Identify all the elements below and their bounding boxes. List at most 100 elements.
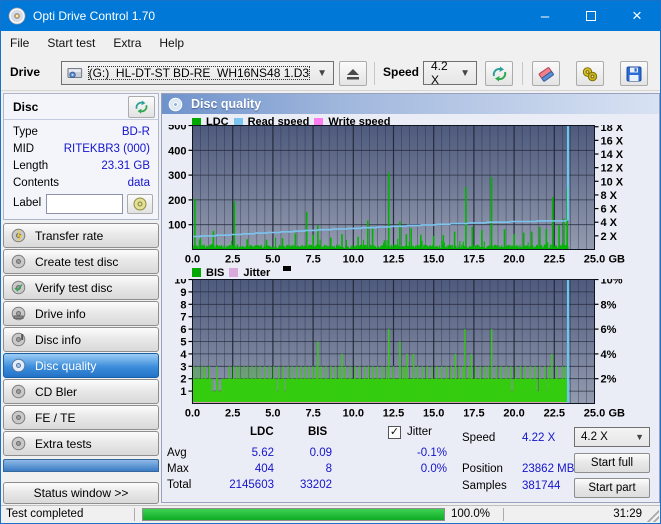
minimize-button[interactable]: – xyxy=(522,1,568,31)
quality-speed-select-value: 4.2 X xyxy=(581,431,608,443)
progress-percent: 100.0% xyxy=(451,508,491,520)
save-button[interactable] xyxy=(620,61,648,86)
length-label: Length xyxy=(13,160,49,172)
position-stat-value: 23862 MB xyxy=(522,463,575,475)
label-input[interactable] xyxy=(46,194,123,214)
bis-column-header: BIS xyxy=(308,426,328,438)
eject-icon xyxy=(347,68,359,79)
bis-jitter-chart[interactable]: 109876543210.0 2.5 5.0 7.5 10.0 12.5 15.0 17.5 2… xyxy=(162,279,661,421)
elapsed-time: 31:29 xyxy=(613,508,642,520)
svg-text:6 X: 6 X xyxy=(601,204,618,216)
disc-refresh-button[interactable] xyxy=(128,96,155,118)
drive-select[interactable]: (G:) HL-DT-ST BD-RE WH16NS48 1.D3 ▼ xyxy=(61,61,334,85)
disc-icon xyxy=(11,384,26,399)
eject-button[interactable] xyxy=(339,61,367,86)
svg-text:12.5: 12.5 xyxy=(383,408,404,420)
svg-text:2.5: 2.5 xyxy=(225,254,240,266)
sidebar: Disc Type BD-R MID RITEKBR3 (000) Length… xyxy=(3,93,159,507)
app-window: Opti Drive Control 1.70 – × File Start t… xyxy=(0,0,661,524)
titlebar: Opti Drive Control 1.70 – × xyxy=(1,1,660,31)
speed-select[interactable]: 4.2 X ▼ xyxy=(423,59,477,87)
disc-icon xyxy=(11,410,26,425)
quality-speed-select[interactable]: 4.2 X ▼ xyxy=(574,427,650,447)
svg-text:10.0: 10.0 xyxy=(343,254,364,266)
svg-text:16 X: 16 X xyxy=(601,135,624,147)
svg-text:0.0: 0.0 xyxy=(185,254,200,266)
svg-text:7: 7 xyxy=(180,312,186,324)
svg-text:7.5: 7.5 xyxy=(305,254,320,266)
disc-quality-icon xyxy=(11,358,26,373)
svg-text:GB: GB xyxy=(609,408,626,420)
chevron-down-icon: ▼ xyxy=(635,432,644,442)
start-part-button[interactable]: Start part xyxy=(574,478,650,498)
menu-start-test[interactable]: Start test xyxy=(38,33,104,53)
sidebar-item-extra-tests[interactable]: Extra tests xyxy=(3,431,159,456)
disc-info-icon xyxy=(11,332,26,347)
svg-text:3: 3 xyxy=(180,361,186,373)
sidebar-item-transfer-rate[interactable]: Transfer rate xyxy=(3,223,159,248)
status-window-button[interactable]: Status window >> xyxy=(3,482,159,504)
refresh-button[interactable] xyxy=(485,61,513,86)
svg-text:100: 100 xyxy=(168,220,186,232)
svg-text:10%: 10% xyxy=(601,279,623,287)
samples-stat-label: Samples xyxy=(462,480,507,492)
svg-text:15.0: 15.0 xyxy=(423,408,444,420)
sidebar-item-verify-test-disc[interactable]: Verify test disc xyxy=(3,275,159,300)
svg-text:15.0: 15.0 xyxy=(423,254,444,266)
disc-quality-icon xyxy=(168,97,183,111)
close-button[interactable]: × xyxy=(614,1,660,31)
maximize-button[interactable] xyxy=(568,1,614,31)
menu-file[interactable]: File xyxy=(1,33,38,53)
tools-button[interactable] xyxy=(576,61,604,86)
disc-info-panel: Disc Type BD-R MID RITEKBR3 (000) Length… xyxy=(3,93,159,220)
sidebar-item-cd-bler[interactable]: CD Bler xyxy=(3,379,159,404)
disc-row-type: Type BD-R xyxy=(4,126,158,142)
sidebar-item-fe-te[interactable]: FE / TE xyxy=(3,405,159,430)
drive-label: Drive xyxy=(10,65,41,79)
label-disc-button[interactable] xyxy=(127,194,153,214)
panel-title: Disc quality xyxy=(191,97,262,111)
svg-text:5.0: 5.0 xyxy=(265,408,280,420)
svg-text:4%: 4% xyxy=(601,349,617,361)
svg-text:25.0: 25.0 xyxy=(584,408,605,420)
svg-text:17.5: 17.5 xyxy=(463,254,484,266)
resize-grip[interactable] xyxy=(647,510,659,522)
ldc-speed-chart[interactable]: 500 400 300 200 100 0.0 2.5 5.0 7.5 10.0 12.5 15.0 1… xyxy=(162,125,661,267)
drive-disc-icon xyxy=(11,306,26,321)
statusbar: Test completed 100.0% 31:29 xyxy=(1,505,660,523)
toolbar: Drive (G:) HL-DT-ST BD-RE WH16NS48 1.D3 … xyxy=(1,54,660,91)
disc-quality-panel: Disc quality LDC Read speed Write speed … xyxy=(161,93,660,503)
drive-icon xyxy=(67,67,83,79)
svg-text:6: 6 xyxy=(180,324,186,336)
svg-text:2: 2 xyxy=(180,374,186,386)
svg-text:0.0: 0.0 xyxy=(185,408,200,420)
sidebar-item-disc-quality[interactable]: Disc quality xyxy=(3,353,159,378)
svg-text:25.0: 25.0 xyxy=(584,254,605,266)
total-row-label: Total xyxy=(167,479,192,491)
menu-extra[interactable]: Extra xyxy=(104,33,150,53)
statusbar-divider xyxy=(503,508,504,521)
cursor-marker xyxy=(283,266,292,271)
disc-icon xyxy=(133,197,147,211)
svg-text:4: 4 xyxy=(180,349,187,361)
sidebar-item-drive-info[interactable]: Drive info xyxy=(3,301,159,326)
sidebar-item-create-test-disc[interactable]: Create test disc xyxy=(3,249,159,274)
max-row-label: Max xyxy=(167,463,189,475)
sidebar-item-disc-info[interactable]: Disc info xyxy=(3,327,159,352)
svg-text:8%: 8% xyxy=(601,299,617,311)
chevron-down-icon: ▼ xyxy=(317,67,327,79)
erase-disc-button[interactable] xyxy=(532,61,560,86)
menu-help[interactable]: Help xyxy=(150,33,193,53)
disc-icon xyxy=(11,254,26,269)
svg-text:9: 9 xyxy=(180,287,186,299)
svg-text:20.0: 20.0 xyxy=(503,254,524,266)
progress-fill xyxy=(143,509,444,520)
jitter-legend-swatch xyxy=(229,268,239,277)
disc-row-contents: Contents data xyxy=(4,177,158,193)
start-full-button[interactable]: Start full xyxy=(574,453,650,473)
speed-stat-label: Speed xyxy=(462,432,496,444)
jitter-checkbox[interactable]: ✓ xyxy=(388,426,401,439)
maximize-icon xyxy=(586,11,596,21)
type-value: BD-R xyxy=(121,126,150,138)
drive-select-value: (G:) HL-DT-ST BD-RE WH16NS48 1.D3 xyxy=(87,66,311,80)
